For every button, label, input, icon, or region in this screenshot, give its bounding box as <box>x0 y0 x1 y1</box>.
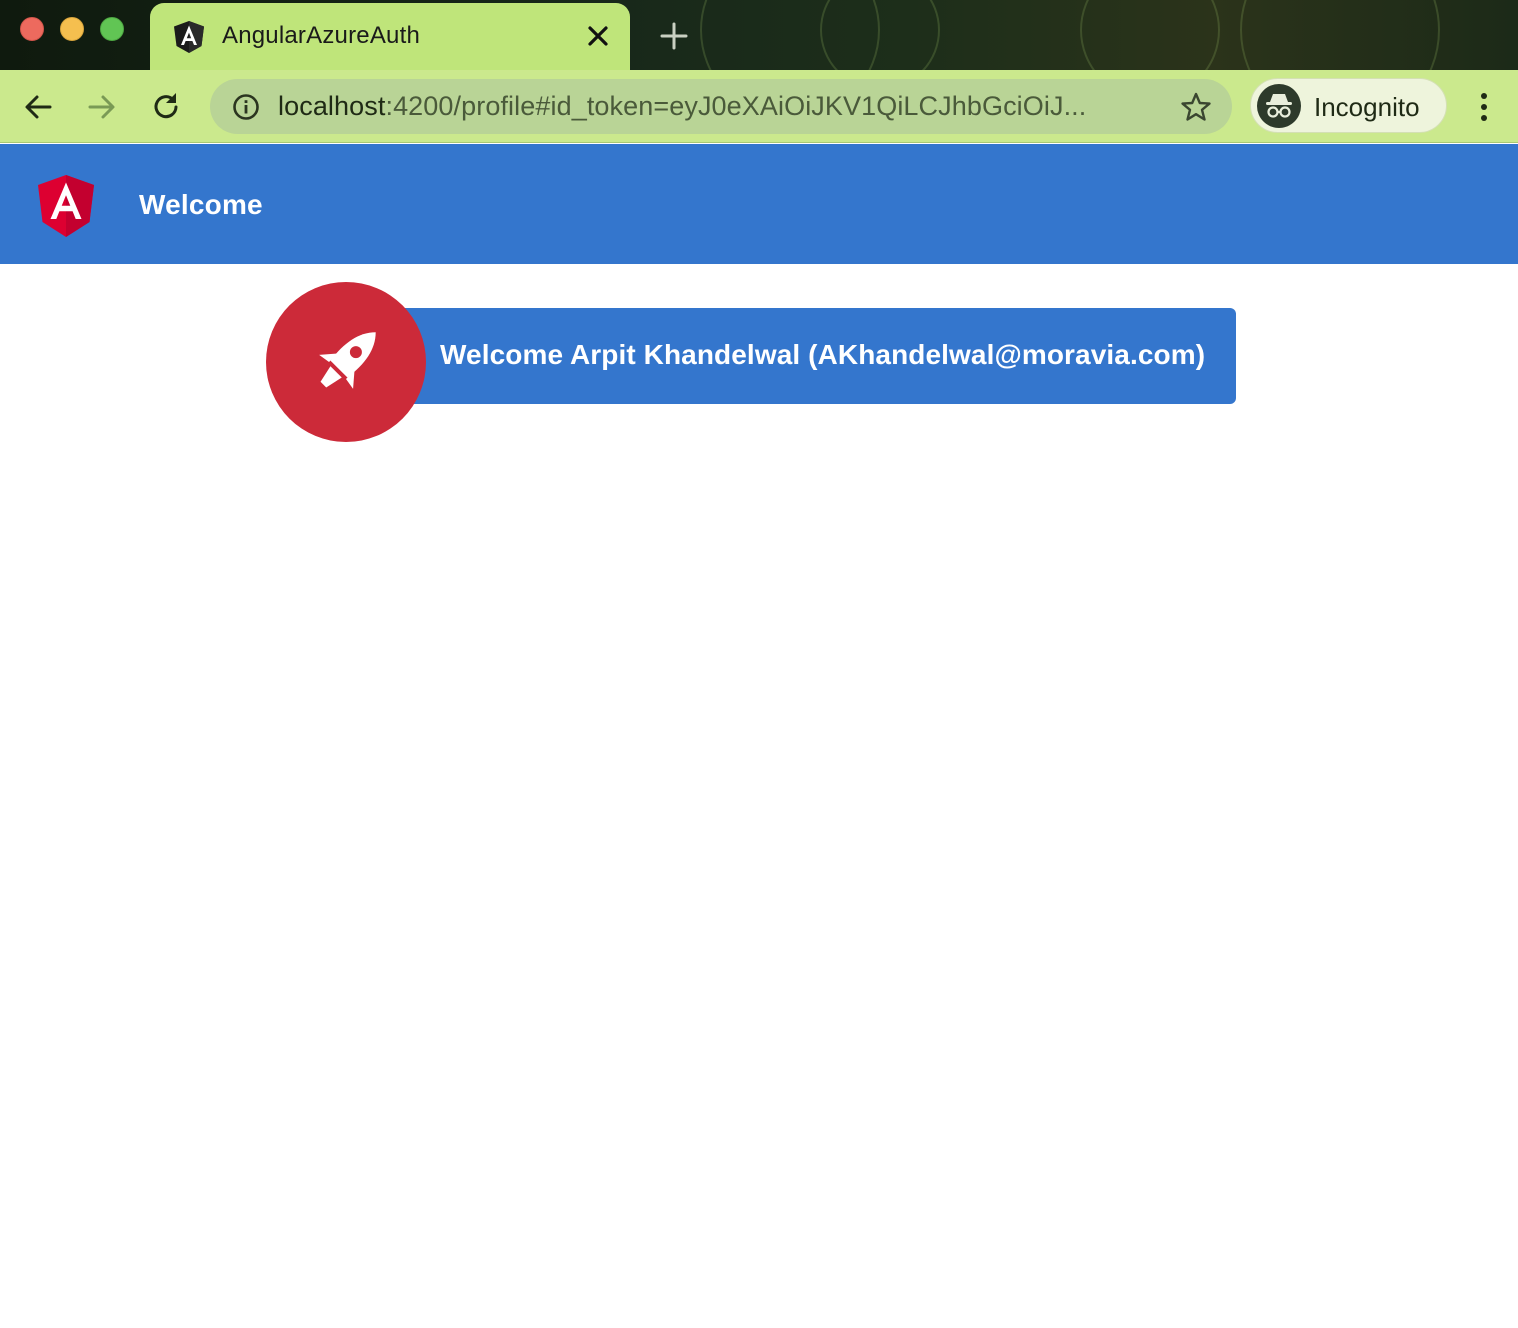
window-minimize-button[interactable] <box>60 17 84 41</box>
browser-titlebar: AngularAzureAuth <box>0 0 1518 70</box>
info-icon[interactable] <box>231 92 261 122</box>
incognito-profile-button[interactable]: Incognito <box>1250 78 1447 133</box>
browser-tab-active[interactable]: AngularAzureAuth <box>150 3 630 70</box>
welcome-card: Welcome Arpit Khandelwal (AKhandelwal@mo… <box>345 308 1236 404</box>
bookmark-star-icon[interactable] <box>1180 91 1212 123</box>
background-decoration <box>1240 0 1440 70</box>
incognito-label: Incognito <box>1314 92 1420 122</box>
close-icon[interactable] <box>584 22 612 50</box>
back-arrow-icon[interactable] <box>21 90 55 124</box>
page-title: Welcome <box>139 189 263 220</box>
app-header: Welcome <box>0 144 1518 264</box>
url-text[interactable]: localhost:4200/profile#id_token=eyJ0eXAi… <box>278 91 1086 122</box>
tab-title: AngularAzureAuth <box>222 22 420 49</box>
rocket-icon <box>319 332 376 389</box>
incognito-icon <box>1257 84 1301 128</box>
address-bar[interactable]: localhost:4200/profile#id_token=eyJ0eXAi… <box>210 79 1232 134</box>
new-tab-plus-icon[interactable] <box>658 20 690 52</box>
welcome-message: Welcome Arpit Khandelwal (AKhandelwal@mo… <box>440 339 1206 370</box>
background-decoration <box>1080 0 1220 70</box>
window-close-button[interactable] <box>20 17 44 41</box>
angular-icon <box>174 21 204 53</box>
url-path: :4200/profile#id_token=eyJ0eXAiOiJKV1QiL… <box>385 91 1087 121</box>
rocket-badge <box>266 282 426 442</box>
url-host: localhost <box>278 91 386 121</box>
background-decoration <box>820 0 940 70</box>
more-menu-icon[interactable] <box>1474 90 1494 124</box>
angular-logo <box>38 175 94 237</box>
window-zoom-button[interactable] <box>100 17 124 41</box>
reload-icon[interactable] <box>149 90 183 124</box>
browser-toolbar: localhost:4200/profile#id_token=eyJ0eXAi… <box>0 70 1518 143</box>
forward-arrow-icon[interactable] <box>85 90 119 124</box>
